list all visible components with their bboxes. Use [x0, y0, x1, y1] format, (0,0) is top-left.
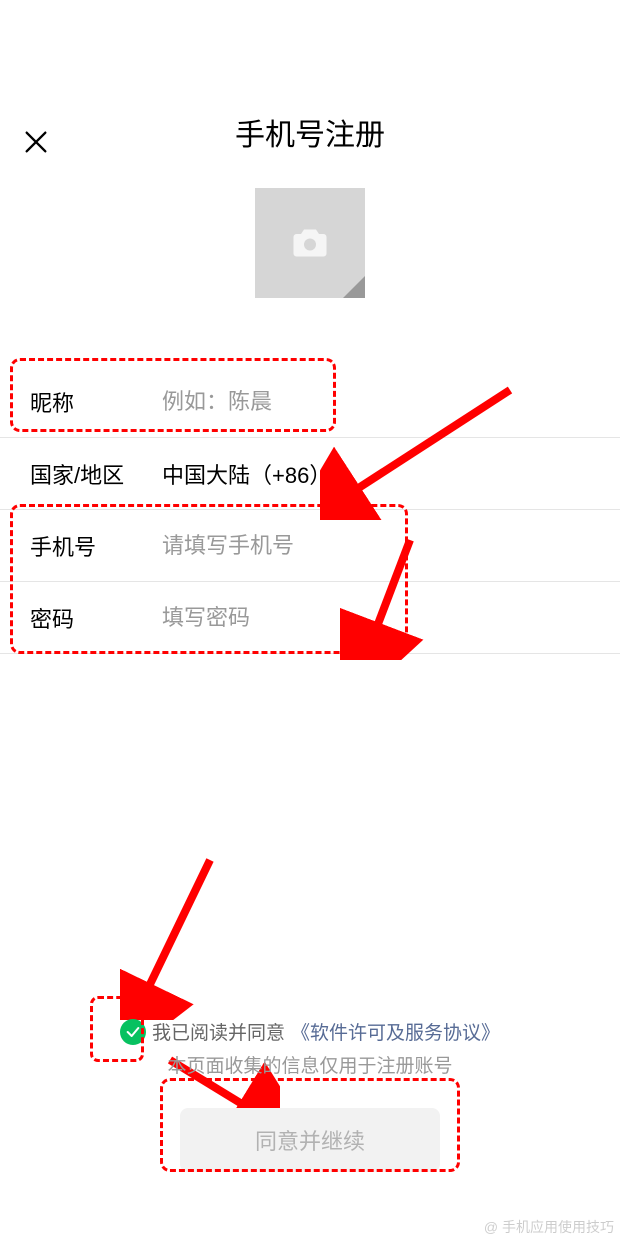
phone-row: 手机号: [0, 510, 620, 582]
page-title: 手机号注册: [0, 110, 620, 154]
agreement-prefix: 我已阅读并同意: [152, 1018, 285, 1045]
agreement-checkbox[interactable]: [120, 1019, 146, 1045]
nickname-input[interactable]: [162, 389, 590, 415]
region-label: 国家/地区: [30, 458, 162, 490]
agreement-info: 本页面收集的信息仅用于注册账号: [0, 1051, 620, 1078]
phone-input[interactable]: [162, 533, 590, 559]
camera-icon: [292, 228, 328, 258]
password-row: 密码: [0, 582, 620, 654]
agreement-link[interactable]: 《软件许可及服务协议》: [291, 1018, 500, 1045]
password-input[interactable]: [162, 605, 590, 631]
registration-form: 昵称 国家/地区 中国大陆（+86） 手机号 密码: [0, 366, 620, 654]
agreement-area: 我已阅读并同意 《软件许可及服务协议》 本页面收集的信息仅用于注册账号 同意并继…: [0, 1018, 620, 1172]
watermark: @ 手机应用使用技巧: [484, 1217, 614, 1237]
region-value: 中国大陆（+86）: [162, 458, 590, 490]
phone-label: 手机号: [30, 530, 162, 562]
nickname-row: 昵称: [0, 366, 620, 438]
close-icon[interactable]: [22, 128, 50, 156]
avatar-upload[interactable]: [255, 188, 365, 298]
nickname-label: 昵称: [30, 386, 162, 418]
edit-corner-icon: [343, 276, 365, 298]
arrow-annotation-3: [120, 850, 230, 1020]
submit-button[interactable]: 同意并继续: [180, 1108, 440, 1172]
region-row[interactable]: 国家/地区 中国大陆（+86）: [0, 438, 620, 510]
password-label: 密码: [30, 602, 162, 634]
